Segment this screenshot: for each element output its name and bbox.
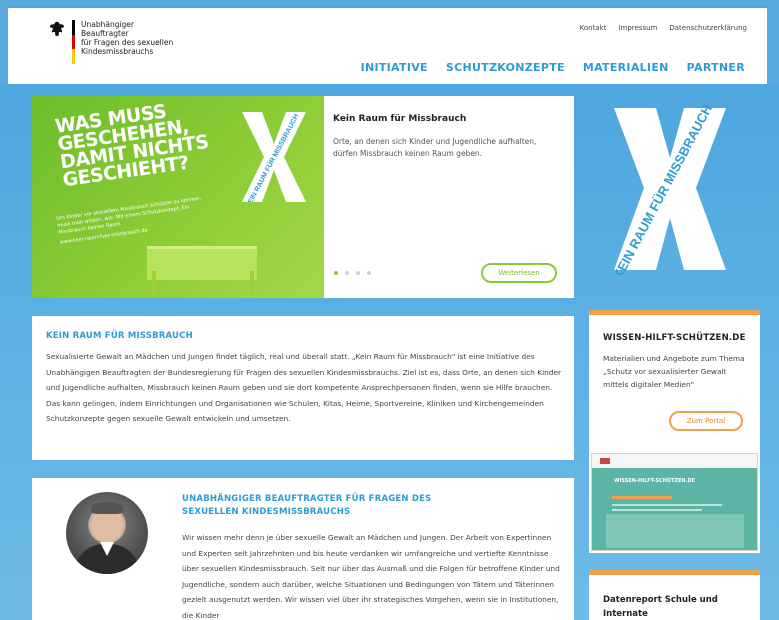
slider-dot[interactable] bbox=[334, 271, 338, 275]
nav-item-initiative[interactable]: INITIATIVE bbox=[361, 61, 428, 74]
sidebar-card-wissen-hilft-schuetzen: WISSEN-HILFT-SCHÜTZEN.DE Materialien und… bbox=[589, 310, 760, 553]
portal-screenshot-highlight bbox=[612, 496, 672, 499]
site-header: Unabhängiger Beauftragter für Fragen des… bbox=[8, 6, 767, 84]
meta-link-datenschutz[interactable]: Datenschutzerklärung bbox=[669, 24, 747, 32]
hero-slider: WAS MUSS GESCHEHEN, DAMIT NICHTS GESCHIE… bbox=[32, 96, 574, 298]
slider-dot[interactable] bbox=[367, 271, 371, 275]
avatar bbox=[66, 492, 148, 574]
hero-title: Kein Raum für Missbrauch bbox=[333, 114, 467, 124]
logo-line: Kindesmissbrauchs bbox=[81, 47, 154, 56]
intro-title: KEIN RAUM FÜR MISSBRAUCH bbox=[46, 331, 193, 341]
portal-screenshot[interactable]: WISSEN-HILFT-SCHÜTZEN.DE bbox=[591, 453, 758, 551]
intro-section: KEIN RAUM FÜR MISSBRAUCH Sexualisierte G… bbox=[32, 316, 574, 460]
zum-portal-button[interactable]: Zum Portal bbox=[669, 411, 743, 431]
nav-item-partner[interactable]: PARTNER bbox=[687, 61, 745, 74]
campaign-x-logo-icon: KEIN RAUM FÜR MISSBRAUCH bbox=[242, 112, 306, 202]
logo-line: Unabhängiger Beauftragter bbox=[81, 20, 135, 38]
main-navigation: INITIATIVE SCHUTZKONZEPTE MATERIALIEN PA… bbox=[361, 61, 745, 74]
portal-screenshot-panel bbox=[606, 514, 744, 548]
beauftragter-text: Wir wissen mehr denn je über sexuelle Ge… bbox=[182, 533, 560, 620]
hero-table-leg bbox=[250, 271, 254, 293]
federal-eagle-icon bbox=[49, 21, 65, 37]
nav-item-materialien[interactable]: MATERIALIEN bbox=[583, 61, 669, 74]
meta-navigation: Kontakt Impressum Datenschutzerklärung bbox=[580, 24, 747, 32]
portal-screenshot-bar bbox=[592, 454, 757, 468]
sidebar-card-text: Materialien und Angebote zum Thema „Schu… bbox=[603, 354, 745, 389]
meta-link-impressum[interactable]: Impressum bbox=[618, 24, 657, 32]
portal-screenshot-line bbox=[612, 509, 702, 511]
portal-screenshot-line bbox=[612, 504, 722, 506]
hero-table-leg bbox=[152, 271, 156, 293]
beauftragter-section: UNABHÄNGIGER BEAUFTRAGTER FÜR FRAGEN DES… bbox=[32, 478, 574, 620]
slider-dot[interactable] bbox=[356, 271, 360, 275]
hero-campaign-image[interactable]: WAS MUSS GESCHEHEN, DAMIT NICHTS GESCHIE… bbox=[32, 96, 324, 298]
slider-dot[interactable] bbox=[345, 271, 349, 275]
meta-link-kontakt[interactable]: Kontakt bbox=[580, 24, 607, 32]
logo-text: Unabhängiger Beauftragter für Fragen des… bbox=[81, 20, 181, 56]
kein-raum-x-logo-icon: KEIN RAUM FÜR MISSBRAUCH bbox=[610, 102, 726, 275]
sidebar-card-title: WISSEN-HILFT-SCHÜTZEN.DE bbox=[603, 333, 746, 343]
weiterlesen-button[interactable]: Weiterlesen bbox=[481, 263, 557, 283]
slider-dots bbox=[334, 271, 371, 275]
hero-small-text: Um Kinder vor sexuellem Missbrauch schüt… bbox=[56, 194, 214, 246]
avatar-hair bbox=[91, 502, 123, 514]
sidebar-card-title: Datenreport Schule und Internate bbox=[603, 595, 718, 619]
sidebar-card-datenreport[interactable]: Datenreport Schule und Internate bbox=[589, 570, 760, 620]
portal-screenshot-logo bbox=[600, 458, 610, 464]
hero-table-illustration bbox=[147, 246, 257, 280]
hero-description: Orte, an denen sich Kinder und Jugendlic… bbox=[333, 137, 537, 158]
site-logo[interactable]: Unabhängiger Beauftragter für Fragen des… bbox=[48, 20, 181, 65]
german-flag-stripe bbox=[72, 20, 75, 65]
logo-line: für Fragen des sexuellen bbox=[81, 38, 174, 47]
nav-item-schutzkonzepte[interactable]: SCHUTZKONZEPTE bbox=[446, 61, 565, 74]
hero-headline: WAS MUSS GESCHEHEN, DAMIT NICHTS GESCHIE… bbox=[53, 100, 210, 192]
beauftragter-title: UNABHÄNGIGER BEAUFTRAGTER FÜR FRAGEN DES… bbox=[182, 494, 432, 517]
intro-text: Sexualisierte Gewalt an Mädchen und Jung… bbox=[46, 352, 562, 423]
portal-screenshot-title: WISSEN-HILFT-SCHÜTZEN.DE bbox=[614, 478, 696, 484]
